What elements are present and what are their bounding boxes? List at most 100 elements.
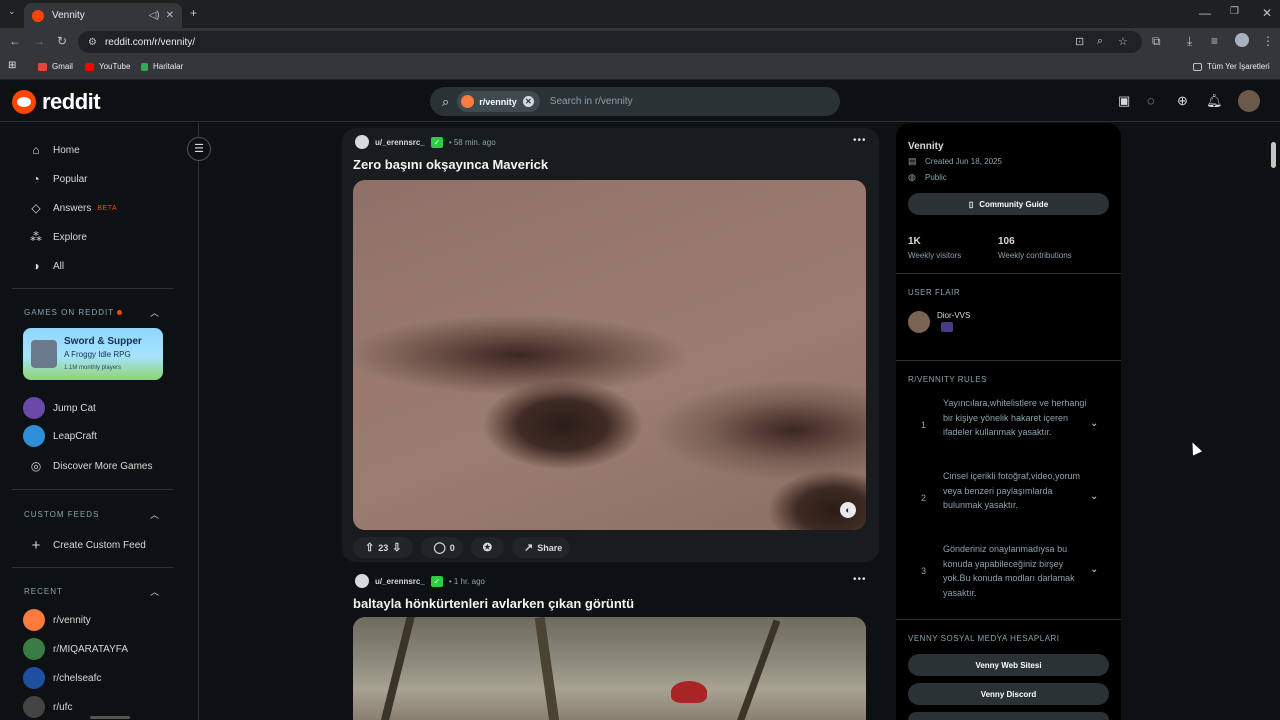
sidebar-divider (12, 288, 174, 289)
reload-icon[interactable]: ↻ (57, 34, 67, 48)
weekly-visitors-count: 1K (908, 236, 921, 247)
recent-collapse-chevron-icon[interactable]: ︿ (150, 585, 159, 598)
post-author[interactable]: u/_erennsrc_ (375, 138, 425, 147)
recent-item-vennity[interactable]: r/vennity (23, 609, 91, 631)
post-video[interactable] (353, 617, 866, 720)
all-bookmarks[interactable]: Tüm Yer İşaretleri (1193, 62, 1270, 71)
answers-icon: ◇ (31, 201, 41, 215)
rule-expand-chevron-icon[interactable]: ⌄ (1090, 564, 1098, 575)
community-guide-button[interactable]: ▯ Community Guide (908, 193, 1109, 215)
restore-icon[interactable]: ❐ (1230, 6, 1239, 17)
author-avatar[interactable] (355, 574, 369, 588)
games-section-title[interactable]: GAMES ON REDDIT (24, 308, 123, 317)
sidebar-game-jump-cat[interactable]: Jump Cat (23, 397, 96, 419)
post-more-icon[interactable]: ••• (853, 135, 867, 146)
apps-grid-icon[interactable]: ⊞ (8, 60, 16, 71)
comments-button[interactable]: ◯ 0 (421, 537, 463, 558)
sidebar-game-leapcraft[interactable]: LeapCraft (23, 425, 97, 447)
rule-text[interactable]: Cinsel içerikli fotoğraf,video,yorum vey… (943, 469, 1093, 513)
rule-number: 1 (921, 420, 927, 430)
bookmark-star-icon[interactable]: ☆ (1118, 35, 1128, 48)
create-post-icon[interactable]: ⊕ (1177, 93, 1188, 109)
browser-menu-icon[interactable]: ⋮ (1262, 34, 1274, 48)
chip-clear-icon[interactable]: ✕ (522, 96, 534, 107)
new-tab-icon[interactable]: + (190, 6, 197, 20)
forward-icon[interactable]: → (33, 34, 45, 48)
reading-list-icon[interactable]: ≡ (1211, 34, 1218, 48)
tab-close-icon[interactable]: ✕ (166, 10, 174, 21)
author-avatar[interactable] (355, 135, 369, 149)
award-button[interactable]: ✪ (470, 537, 504, 558)
award-icon: ✪ (482, 542, 492, 554)
custom-feeds-collapse-chevron-icon[interactable]: ︿ (150, 508, 159, 521)
post-title[interactable]: Zero başını okşayınca Maverick (353, 157, 548, 172)
leapcraft-icon (23, 425, 45, 447)
bookmark-gmail[interactable]: Gmail (38, 62, 73, 71)
sidebar-divider (896, 619, 1121, 620)
post-video[interactable]: ◐ (353, 180, 866, 530)
sidebar-item-all[interactable]: ◑ All (28, 259, 64, 273)
rule-text[interactable]: Yayıncılara,whitelistlere ve herhangi bi… (943, 396, 1093, 440)
downvote-icon[interactable]: ⇩ (392, 541, 401, 554)
search-community-chip[interactable]: r/vennity ✕ (457, 91, 540, 112)
post-author[interactable]: u/_erennsrc_ (375, 577, 425, 586)
rule-expand-chevron-icon[interactable]: ⌄ (1090, 418, 1098, 429)
rule-text[interactable]: Gönderiniz onaylanmadıysa bu konuda yapa… (943, 542, 1093, 600)
minimize-icon[interactable]: — (1199, 6, 1211, 20)
venny-web-button[interactable]: Venny Web Sitesi (908, 654, 1109, 676)
site-info-icon[interactable]: ⚙ (88, 37, 97, 48)
sidebar-item-popular[interactable]: ◔ Popular (28, 172, 87, 186)
search-bar[interactable]: ⌕ r/vennity ✕ Search in r/vennity (430, 87, 840, 116)
social-button-partial[interactable] (908, 712, 1109, 720)
address-bar[interactable]: ⚙ reddit.com/r/vennity/ ⊡ ⌕ ☆ (78, 31, 1142, 53)
recent-item-miqaratayfa[interactable]: r/MIQARATAYFA (23, 638, 128, 660)
audio-icon[interactable]: ◁) (149, 10, 160, 21)
back-icon[interactable]: ← (9, 34, 21, 48)
sidebar-divider (12, 567, 174, 568)
reddit-header: reddit ⌕ r/vennity ✕ Search in r/vennity… (0, 80, 1280, 122)
profile-avatar[interactable] (1235, 33, 1249, 47)
sidebar-item-answers[interactable]: ◇ Answers BETA (28, 201, 117, 215)
install-icon[interactable]: ⊡ (1075, 35, 1084, 48)
sidebar-discover-games[interactable]: ◎ Discover More Games (28, 459, 153, 473)
recent-item-chelseafc[interactable]: r/chelseafc (23, 667, 101, 689)
url-text: reddit.com/r/vennity/ (104, 36, 196, 48)
sidebar-item-home[interactable]: ⌂ Home (28, 143, 79, 157)
games-collapse-chevron-icon[interactable]: ︿ (150, 306, 159, 319)
window-close-icon[interactable]: ✕ (1262, 6, 1272, 20)
page-scrollbar[interactable] (1271, 142, 1276, 168)
downloads-icon[interactable]: ⤓ (1187, 34, 1192, 49)
post-more-icon[interactable]: ••• (853, 574, 867, 585)
tab-search-icon[interactable]: ⌄ (8, 6, 16, 17)
venny-discord-button[interactable]: Venny Discord (908, 683, 1109, 705)
flair-user-avatar[interactable] (908, 311, 930, 333)
upvote-icon[interactable]: ⇧ (365, 541, 374, 554)
flair-user-name[interactable]: Dior-VVS (937, 311, 970, 320)
post-title[interactable]: baltayla hönkürtenleri avlarken çıkan gö… (353, 596, 634, 611)
sidebar-scrollbar[interactable] (90, 716, 130, 719)
notifications-icon[interactable]: 🔔︎ (1206, 93, 1223, 109)
bookmark-maps[interactable]: Haritalar (141, 62, 183, 71)
recent-item-ufc[interactable]: r/ufc (23, 696, 72, 718)
custom-feeds-section-title[interactable]: CUSTOM FEEDS (24, 510, 99, 519)
share-icon: ↗ (524, 542, 534, 554)
recent-section-title[interactable]: RECENT (24, 587, 63, 596)
knight-icon (31, 340, 57, 368)
sidebar-divider (896, 360, 1121, 361)
share-button[interactable]: ↗ Share (512, 537, 571, 558)
author-flair-icon: ✓ (430, 575, 443, 587)
zoom-icon[interactable]: ⌕ (1097, 35, 1103, 48)
sidebar-item-explore[interactable]: ⁂ Explore (28, 230, 87, 244)
volume-icon[interactable]: ◐ (840, 502, 856, 518)
browser-tab[interactable]: Vennity ◁) ✕ (24, 3, 182, 28)
extensions-icon[interactable]: ⧉ (1152, 34, 1161, 49)
sidebar-toggle-icon[interactable]: ☰ (187, 137, 211, 161)
bookmark-youtube[interactable]: YouTube (85, 62, 130, 71)
chat-icon[interactable]: ◌ (1147, 93, 1155, 108)
advertise-icon[interactable]: ▣ (1118, 93, 1130, 109)
reddit-logo[interactable]: reddit (12, 89, 101, 115)
game-card-sword-supper[interactable]: Sword & Supper A Froggy Idle RPG 1.1M mo… (23, 328, 163, 380)
user-avatar[interactable] (1238, 90, 1260, 112)
rule-expand-chevron-icon[interactable]: ⌄ (1090, 491, 1098, 502)
create-custom-feed[interactable]: + Create Custom Feed (28, 537, 146, 554)
